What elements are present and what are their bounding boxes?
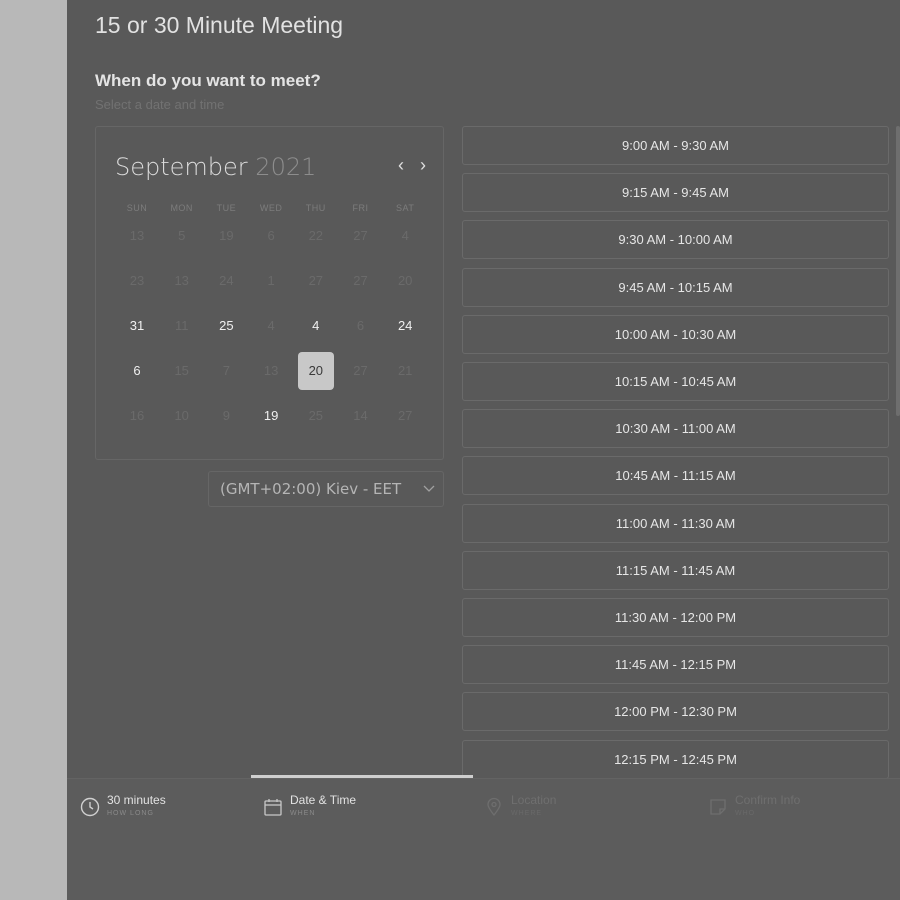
calendar-day[interactable]: 31 <box>119 307 155 345</box>
weekday-label: SAT <box>396 203 415 213</box>
calendar-day: 10 <box>174 408 189 423</box>
timezone-select[interactable]: (GMT+02:00) Kiev - EET <box>208 471 444 507</box>
step-label: Location <box>511 793 557 807</box>
weekday-label: FRI <box>352 203 369 213</box>
calendar-day: 20 <box>397 273 413 288</box>
chevron-down-icon <box>423 472 435 520</box>
chevron-left-icon[interactable]: ‹ <box>392 155 410 175</box>
when-subheading: Select a date and time <box>95 97 225 112</box>
calendar-day: 21 <box>397 363 413 378</box>
calendar-day[interactable]: 4 <box>298 307 334 345</box>
calendar-icon <box>263 797 283 817</box>
step-sublabel: WHERE <box>511 810 543 817</box>
calendar-day: 23 <box>129 273 145 288</box>
calendar-day: 15 <box>174 363 189 378</box>
weekday-label: MON <box>170 203 193 213</box>
calendar-day: 5 <box>178 228 186 243</box>
weekday-label: THU <box>305 203 326 213</box>
calendar-day: 4 <box>401 228 409 243</box>
calendar-day: 27 <box>353 363 368 378</box>
calendar-year: 2021 <box>255 153 317 181</box>
calendar-day: 25 <box>308 408 324 423</box>
calendar-day: 27 <box>308 273 324 288</box>
time-slot-button[interactable]: 9:15 AM - 9:45 AM <box>462 173 889 213</box>
calendar-day: 24 <box>219 273 234 288</box>
note-icon <box>708 797 728 817</box>
when-heading: When do you want to meet? <box>95 71 321 90</box>
calendar-day: 6 <box>267 228 275 243</box>
time-slot-button[interactable]: 11:00 AM - 11:30 AM <box>462 503 889 543</box>
time-slot-button[interactable]: 12:00 PM - 12:30 PM <box>462 692 889 732</box>
time-slot-button[interactable]: 11:15 AM - 11:45 AM <box>462 550 889 590</box>
calendar-day[interactable]: 25 <box>208 307 244 345</box>
time-slot-button[interactable]: 9:30 AM - 10:00 AM <box>462 220 889 260</box>
date-picker: September 2021 ‹ › SUN MON TUE WED THU FRI SAT… <box>95 126 444 460</box>
step-label: 30 minutes <box>107 793 166 807</box>
time-slot-button[interactable]: 11:30 AM - 12:00 PM <box>462 598 889 637</box>
page-title: 15 or 30 Minute Meeting <box>95 12 344 38</box>
weekday-label: WED <box>259 203 283 213</box>
time-slot-button[interactable]: 9:45 AM - 10:15 AM <box>462 267 889 307</box>
time-slot-button[interactable]: 10:45 AM - 11:15 AM <box>462 456 889 496</box>
active-step-indicator <box>251 775 473 778</box>
calendar-day: 4 <box>267 318 275 333</box>
weekday-label: SUN <box>126 203 148 213</box>
clock-icon <box>80 797 100 817</box>
calendar-day: 14 <box>353 408 368 423</box>
booking-steps: 30 minutes HOW LONG Date & Time WHEN Loc… <box>67 775 900 900</box>
scheduler-panel: 15 or 30 Minute Meeting When do you want… <box>67 0 900 900</box>
step-sublabel: WHO <box>735 810 756 817</box>
calendar-day: 27 <box>353 273 368 288</box>
calendar-day: 6 <box>356 318 365 333</box>
time-slot-button[interactable]: 10:30 AM - 11:00 AM <box>462 409 889 449</box>
calendar-day: 16 <box>129 408 145 423</box>
weekday-label: TUE <box>216 203 237 213</box>
location-pin-icon <box>484 797 504 817</box>
calendar-day[interactable]: 6 <box>119 352 155 390</box>
calendar-day[interactable]: 19 <box>253 397 289 435</box>
calendar-day: 7 <box>222 363 230 378</box>
calendar-day: 22 <box>308 228 324 243</box>
step-sublabel: WHEN <box>290 810 316 817</box>
calendar-day: 1 <box>267 273 275 288</box>
calendar-month-label: September 2021 <box>115 153 316 181</box>
calendar-day: 27 <box>397 408 413 423</box>
calendar-day: 19 <box>219 228 234 243</box>
time-slot-button[interactable]: 10:15 AM - 10:45 AM <box>462 362 889 401</box>
time-slot-scrollbar[interactable] <box>896 126 900 416</box>
step-label: Confirm Info <box>735 793 801 807</box>
calendar-day: 13 <box>129 228 145 243</box>
chevron-right-icon[interactable]: › <box>414 155 432 175</box>
time-slot-button[interactable]: 12:15 PM - 12:45 PM <box>462 739 889 779</box>
calendar-day: 9 <box>222 408 230 423</box>
time-slot-button[interactable]: 9:00 AM - 9:30 AM <box>462 126 889 165</box>
background-strip <box>0 0 67 900</box>
calendar-day: 13 <box>263 363 279 378</box>
timezone-value: (GMT+02:00) Kiev - EET <box>220 480 402 498</box>
time-slot-button[interactable]: 10:00 AM - 10:30 AM <box>462 314 889 354</box>
time-slot-button[interactable]: 11:45 AM - 12:15 PM <box>462 645 889 685</box>
calendar-day[interactable]: 24 <box>387 307 423 345</box>
calendar-month: September <box>115 153 248 181</box>
calendar-day: 13 <box>174 273 189 288</box>
calendar-day-selected[interactable]: 20 <box>297 352 334 390</box>
step-sublabel: HOW LONG <box>107 810 154 817</box>
step-label: Date & Time <box>290 793 357 807</box>
calendar-day: 27 <box>353 228 368 243</box>
calendar-day: 11 <box>174 318 189 333</box>
